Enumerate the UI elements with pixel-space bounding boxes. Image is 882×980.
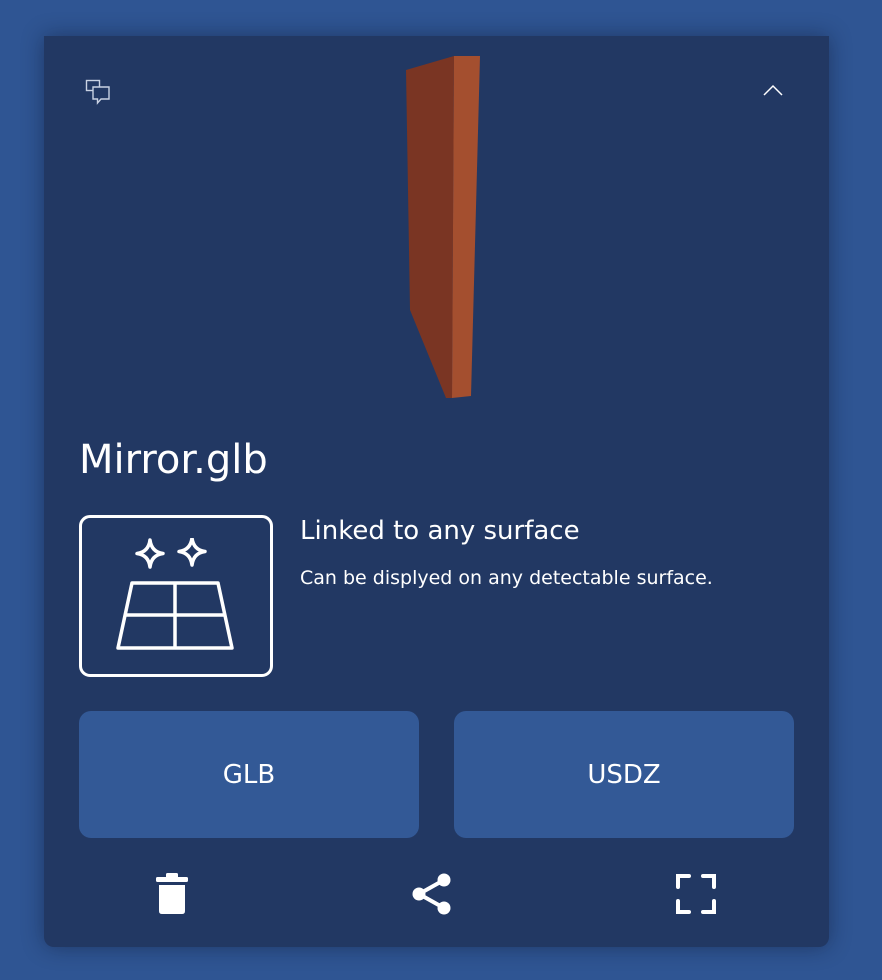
model-card: Mirror.glb Linked to any surface Can be … bbox=[44, 36, 829, 947]
trash-icon[interactable] bbox=[150, 872, 194, 916]
model-preview[interactable] bbox=[394, 52, 494, 402]
fullscreen-icon[interactable] bbox=[674, 872, 718, 916]
glb-button[interactable]: GLB bbox=[79, 711, 419, 838]
model-side-face bbox=[406, 56, 454, 398]
chevron-up-icon[interactable] bbox=[762, 82, 784, 96]
surface-placement-icon bbox=[79, 515, 273, 677]
placement-description: Can be displyed on any detectable surfac… bbox=[300, 567, 713, 589]
model-front-face bbox=[452, 56, 480, 398]
chat-bubbles-icon[interactable] bbox=[84, 78, 112, 106]
placement-title: Linked to any surface bbox=[300, 516, 580, 546]
file-name: Mirror.glb bbox=[79, 437, 268, 483]
share-icon[interactable] bbox=[410, 872, 454, 916]
usdz-button[interactable]: USDZ bbox=[454, 711, 794, 838]
